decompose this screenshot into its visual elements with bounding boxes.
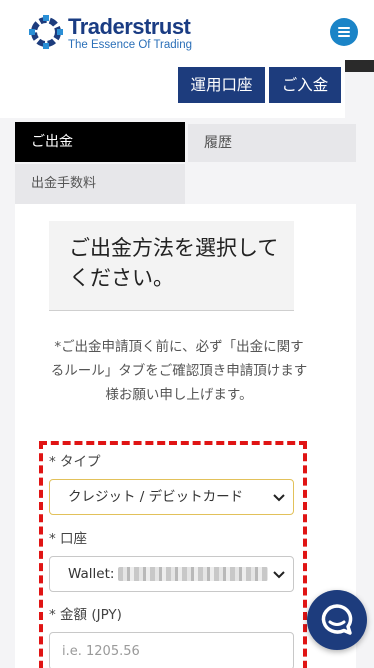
withdrawal-notice: *ご出金申請頂く前に、必ず「出金に関するルール」タブをご確認頂き申請頂けます様お…	[50, 339, 308, 403]
hamburger-icon-line	[338, 31, 350, 33]
required-mark: *	[49, 454, 56, 470]
account-select-value: Wallet:	[68, 566, 115, 582]
brand-name: Traderstrust	[68, 14, 191, 39]
required-mark: *	[49, 531, 56, 547]
required-mark: *	[49, 607, 56, 623]
tab-history[interactable]: 履歴	[188, 124, 356, 162]
type-select-value: クレジット / デビットカード	[68, 489, 244, 505]
account-select[interactable]: Wallet:	[49, 556, 294, 592]
type-label-text: タイプ	[60, 454, 101, 470]
chevron-down-icon	[273, 571, 285, 579]
menu-button[interactable]	[330, 18, 358, 46]
hamburger-icon-line	[338, 35, 350, 37]
account-label-text: 口座	[60, 531, 88, 547]
chat-button[interactable]	[307, 590, 367, 650]
redacted-account-number	[118, 567, 269, 581]
amount-input[interactable]	[50, 633, 293, 668]
brand-logo[interactable]: Traderstrust The Essence Of Trading	[28, 12, 198, 52]
tab-withdrawal[interactable]: ご出金	[15, 122, 185, 162]
trading-account-button[interactable]: 運用口座	[178, 67, 265, 103]
page-title: ご出金方法を選択してください。	[49, 221, 294, 311]
amount-label-text: 金額 (JPY)	[60, 607, 122, 623]
tab-withdrawal-fee[interactable]: 出金手数料	[15, 164, 185, 204]
hamburger-icon	[338, 27, 350, 29]
deposit-button[interactable]: ご入金	[269, 67, 341, 103]
amount-field[interactable]	[49, 632, 294, 668]
type-label: * タイプ	[49, 450, 101, 470]
top-header: Traderstrust The Essence Of Trading	[0, 0, 374, 60]
chat-icon	[321, 604, 353, 635]
chevron-down-icon	[273, 494, 285, 502]
amount-label: * 金額 (JPY)	[49, 603, 122, 623]
type-select[interactable]: クレジット / デビットカード	[49, 479, 294, 515]
traderstrust-logo-icon	[29, 15, 63, 49]
account-label: * 口座	[49, 527, 87, 547]
brand-tagline: The Essence Of Trading	[68, 39, 193, 51]
scrollbar[interactable]	[345, 60, 374, 72]
